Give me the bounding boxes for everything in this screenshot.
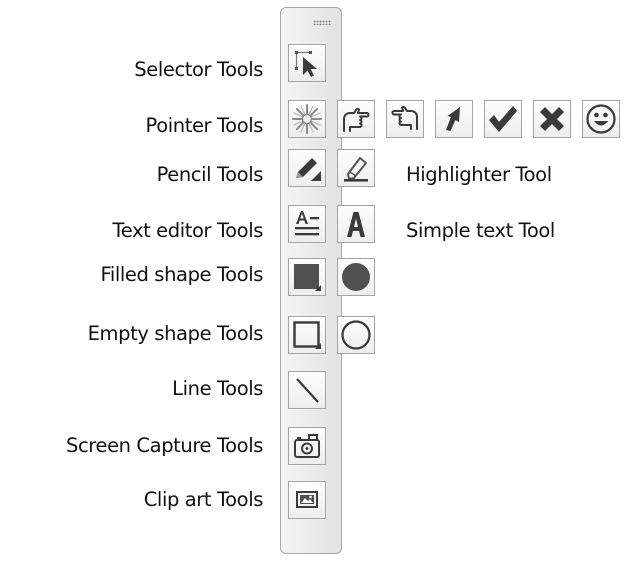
hand-pointing-left-icon <box>391 105 418 130</box>
arrow-icon <box>446 107 460 131</box>
filled-square-icon <box>294 264 321 291</box>
highlighter-icon <box>344 157 368 182</box>
sun-burst-icon <box>292 104 322 134</box>
check-mark-icon <box>489 106 517 132</box>
empty-circle-icon <box>341 320 371 350</box>
hand-pointing-right-icon <box>343 107 370 132</box>
selector-tool-button[interactable] <box>288 44 326 82</box>
line-tool-button[interactable] <box>288 371 326 409</box>
x-mark-icon <box>540 107 564 131</box>
label-empty-shape-tools: Empty shape Tools <box>87 322 264 345</box>
toolbar-grip-handle[interactable] <box>313 20 331 25</box>
camera-icon <box>294 434 320 458</box>
label-highlighter-tool: Highlighter Tool <box>406 163 552 186</box>
empty-circle-tool-button[interactable] <box>337 316 375 354</box>
hand-right-pointer-button[interactable] <box>337 100 375 138</box>
label-line-tools: Line Tools <box>172 377 263 400</box>
label-pencil-tools: Pencil Tools <box>156 163 264 186</box>
selector-arrow-icon <box>295 51 317 77</box>
label-text-editor-tools: Text editor Tools <box>112 219 264 242</box>
label-clip-art-tools: Clip art Tools <box>143 488 264 511</box>
smiley-icon <box>586 104 616 134</box>
simple-text-tool-button[interactable] <box>337 205 375 243</box>
highlighter-tool-button[interactable] <box>337 149 375 187</box>
pencil-icon <box>296 158 321 181</box>
check-pointer-button[interactable] <box>484 100 522 138</box>
text-editor-icon <box>295 211 319 236</box>
label-filled-shape-tools: Filled shape Tools <box>100 263 263 286</box>
hand-left-pointer-button[interactable] <box>386 100 424 138</box>
label-simple-text-tool: Simple text Tool <box>406 219 555 242</box>
screen-capture-tool-button[interactable] <box>288 427 326 465</box>
clip-art-tool-button[interactable] <box>288 481 326 519</box>
line-icon <box>296 378 319 403</box>
text-editor-tool-button[interactable] <box>288 205 326 243</box>
label-screen-capture-tools: Screen Capture Tools <box>65 434 263 457</box>
label-pointer-tools: Pointer Tools <box>145 114 264 137</box>
empty-square-icon <box>293 321 321 349</box>
arrow-pointer-button[interactable] <box>435 100 473 138</box>
clip-art-icon <box>296 491 318 508</box>
filled-circle-tool-button[interactable] <box>337 258 375 296</box>
empty-square-tool-button[interactable] <box>288 316 326 354</box>
filled-square-tool-button[interactable] <box>288 258 326 296</box>
sunburst-pointer-button[interactable] <box>288 100 326 138</box>
pencil-tool-button[interactable] <box>288 149 326 187</box>
x-pointer-button[interactable] <box>533 100 571 138</box>
filled-circle-icon <box>342 263 370 291</box>
label-selector-tools: Selector Tools <box>134 58 263 81</box>
smiley-pointer-button[interactable] <box>582 100 620 138</box>
letter-a-icon <box>347 212 365 237</box>
